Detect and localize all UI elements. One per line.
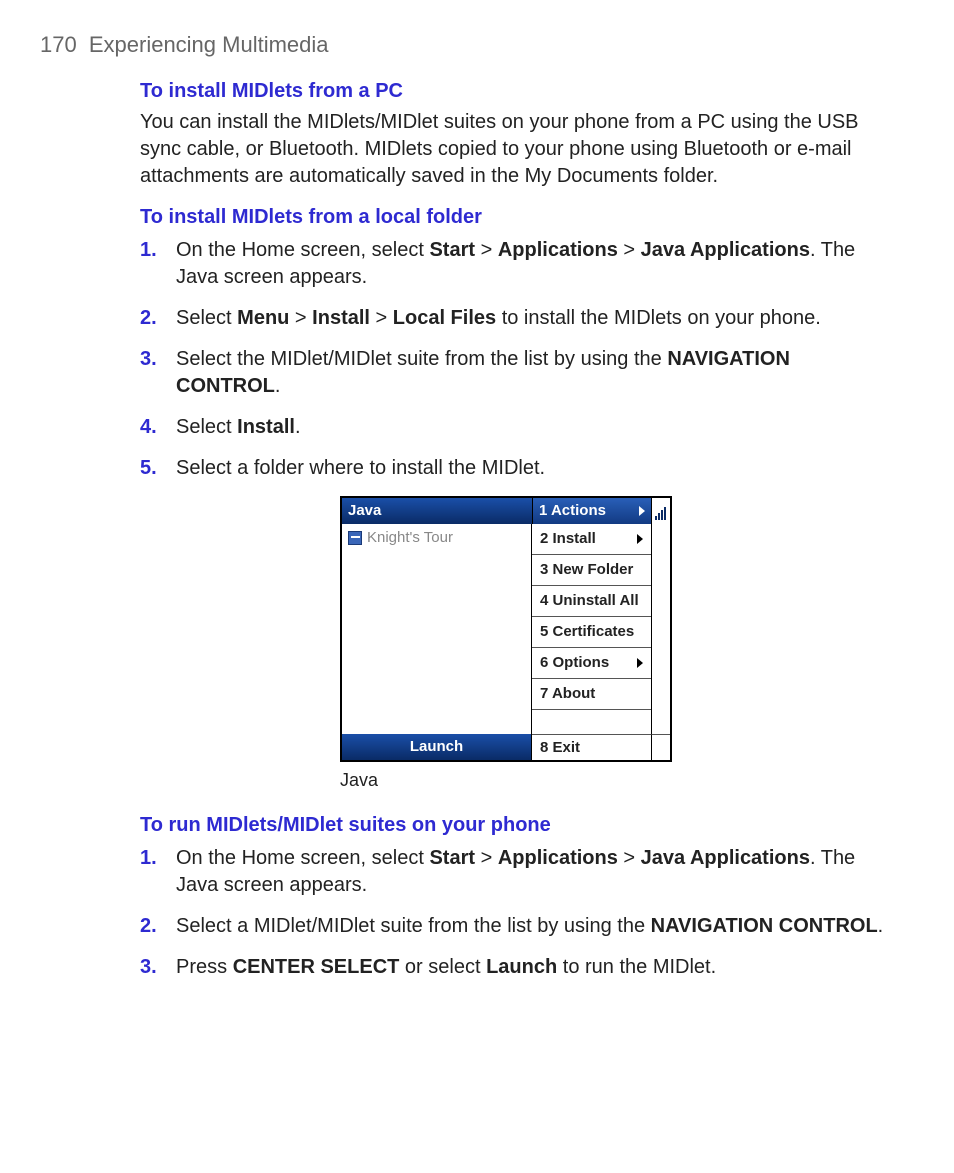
statusbar-signal [651,498,670,524]
step-3: 3. Select the MIDlet/MIDlet suite from t… [140,346,894,400]
midlet-name: Knight's Tour [367,528,453,548]
softkey-launch[interactable]: Launch [342,734,532,760]
step-1: 1. On the Home screen, select Start > Ap… [140,237,894,291]
step-num: 2. [140,305,157,332]
step-1: 1. On the Home screen, select Start > Ap… [140,845,894,899]
chevron-right-icon [637,534,643,544]
chapter-title: Experiencing Multimedia [89,32,329,57]
scrollbar-gutter [651,524,670,734]
phone-screenshot: Java 1 Actions Knight's Tour 2 Install 3 … [340,496,672,762]
phone-titlebar: Java 1 Actions [342,498,670,524]
step-3: 3. Press CENTER SELECT or select Launch … [140,954,894,981]
step-5: 5. Select a folder where to install the … [140,455,894,482]
titlebar-app-name: Java [342,498,532,524]
phone-body: Knight's Tour 2 Install 3 New Folder 4 Uni… [342,524,670,734]
steps-run: 1. On the Home screen, select Start > Ap… [140,845,894,981]
step-num: 3. [140,346,157,373]
menu-item-label: 6 Options [540,653,609,673]
menu-item[interactable]: 2 Install [532,524,651,555]
step-num: 5. [140,455,157,482]
signal-icon [655,506,667,520]
step-4: 4. Select Install. [140,414,894,441]
menu-item[interactable]: 7 About [532,679,651,710]
figure-caption: Java [340,768,894,792]
page-number: 170 [40,32,77,57]
midlet-icon [348,531,362,545]
menu-item[interactable]: 4 Uninstall All [532,586,651,617]
page-header: 170 Experiencing Multimedia [40,30,894,60]
menu-item-label: 7 About [540,684,595,704]
titlebar-menu-highlight[interactable]: 1 Actions [532,498,651,524]
menu-item-label: 3 New Folder [540,560,633,580]
step-2: 2. Select a MIDlet/MIDlet suite from the… [140,913,894,940]
menu-item-label: 2 Install [540,529,596,549]
menu-item-label: 5 Certificates [540,622,634,642]
menu-item-exit[interactable]: 8 Exit [532,734,651,760]
menu-item[interactable]: 3 New Folder [532,555,651,586]
section-title-install-local: To install MIDlets from a local folder [140,204,894,231]
step-num: 1. [140,845,157,872]
phone-footer: Launch 8 Exit [342,734,670,760]
chevron-right-icon [639,506,645,516]
step-num: 4. [140,414,157,441]
section1-body: You can install the MIDlets/MIDlet suite… [140,109,894,190]
context-menu: 2 Install 3 New Folder 4 Uninstall All 5 Ce… [532,524,651,734]
menu-item[interactable]: 6 Options [532,648,651,679]
phone-frame: Java 1 Actions Knight's Tour 2 Install 3 … [340,496,672,762]
step-num: 3. [140,954,157,981]
menu-item-label: 4 Uninstall All [540,591,639,611]
section-title-install-pc: To install MIDlets from a PC [140,78,894,105]
step-2: 2. Select Menu > Install > Local Files t… [140,305,894,332]
step-num: 1. [140,237,157,264]
midlet-list: Knight's Tour [342,524,532,734]
step-num: 2. [140,913,157,940]
midlet-list-item[interactable]: Knight's Tour [342,524,531,552]
menu-item[interactable]: 5 Certificates [532,617,651,648]
steps-install-local: 1. On the Home screen, select Start > Ap… [140,237,894,482]
chevron-right-icon [637,658,643,668]
section-title-run: To run MIDlets/MIDlet suites on your pho… [140,812,894,839]
titlebar-menu-label: 1 Actions [539,501,606,521]
footer-gutter [651,734,670,760]
